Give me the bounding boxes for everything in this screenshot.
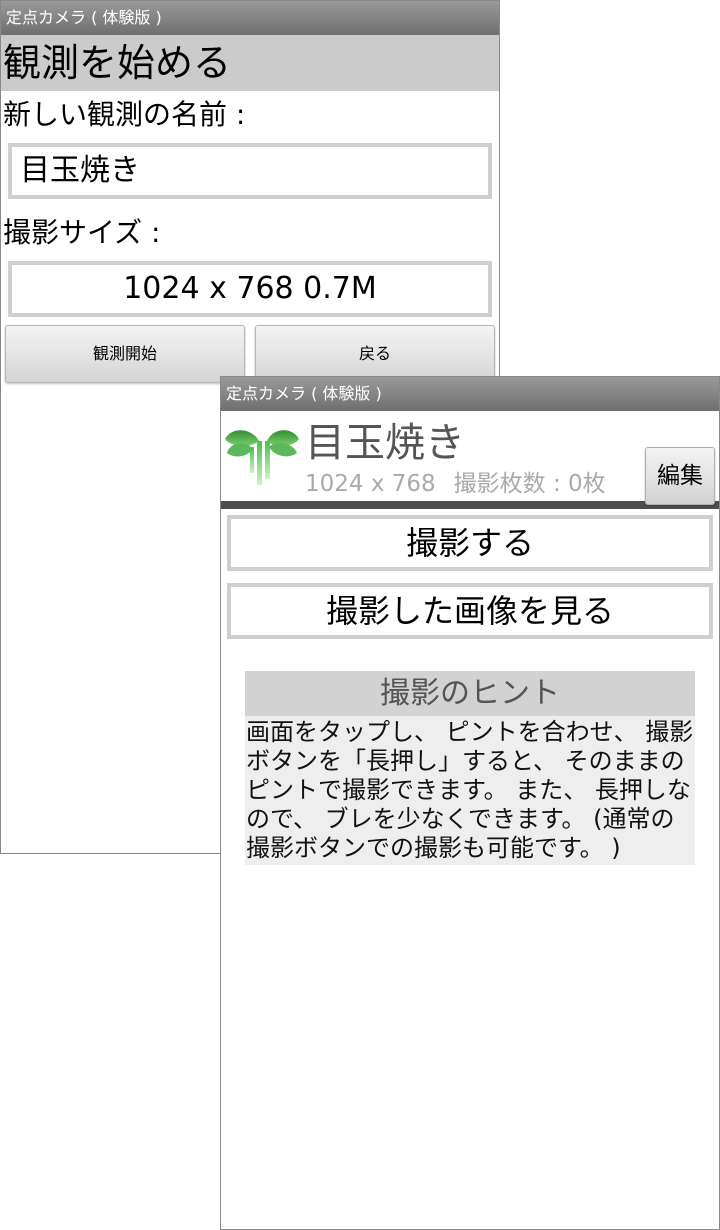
resolution-text: 1024 x 768: [305, 471, 436, 497]
start-observation-button[interactable]: 観測開始: [5, 325, 245, 383]
edit-button[interactable]: 編集: [645, 447, 715, 505]
observation-detail-screen: 定点カメラ ( 体験版 ) 目玉焼き 1024 x 768 撮影枚数: 0枚 …: [220, 376, 720, 1230]
page-title: 観測を始める: [1, 35, 499, 91]
shoot-button[interactable]: 撮影する: [227, 515, 713, 571]
action-buttons: 観測開始 戻る: [5, 325, 495, 383]
sprout-icon: [225, 430, 299, 485]
app-title-bar: 定点カメラ ( 体験版 ): [1, 1, 499, 35]
view-photos-button[interactable]: 撮影した画像を見る: [227, 583, 713, 639]
hint-text: 画面をタップし、 ピントを合わせ、 撮影ボタンを「長押し」すると、 そのままのピ…: [245, 716, 695, 865]
observation-meta: 1024 x 768 撮影枚数 : 0枚: [305, 469, 624, 499]
hint-panel: 撮影のヒント 画面をタップし、 ピントを合わせ、 撮影ボタンを「長押し」すると、…: [245, 671, 695, 865]
shot-count-text: 撮影枚数 : 0枚: [453, 471, 606, 497]
hint-title: 撮影のヒント: [245, 671, 695, 716]
capture-size-select[interactable]: 1024 x 768 0.7M: [8, 261, 492, 317]
observation-name-input[interactable]: 目玉焼き: [8, 143, 492, 199]
observation-name-label: 新しい観測の名前 :: [3, 98, 246, 131]
back-button[interactable]: 戻る: [255, 325, 495, 383]
observation-header: 目玉焼き 1024 x 768 撮影枚数 : 0枚 編集: [221, 411, 719, 505]
app-title-bar: 定点カメラ ( 体験版 ): [221, 377, 719, 411]
observation-name: 目玉焼き: [305, 420, 465, 466]
capture-size-label: 撮影サイズ :: [3, 216, 161, 249]
